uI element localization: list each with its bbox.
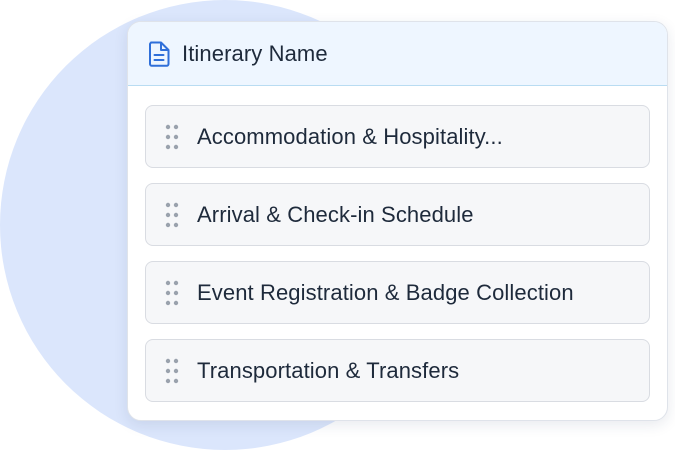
document-icon — [146, 41, 172, 67]
itinerary-card: Itinerary Name Accommodation & Hospitali… — [127, 21, 668, 421]
drag-handle-icon[interactable] — [164, 358, 180, 384]
list-item-label: Transportation & Transfers — [197, 357, 460, 383]
list-item-label: Arrival & Check-in Schedule — [197, 201, 474, 227]
list-item[interactable]: Event Registration & Badge Collection — [145, 261, 650, 324]
itinerary-list: Accommodation & Hospitality... Arrival &… — [128, 86, 667, 402]
drag-handle-icon[interactable] — [164, 202, 180, 228]
stage: Itinerary Name Accommodation & Hospitali… — [0, 0, 675, 450]
drag-handle-icon[interactable] — [164, 280, 180, 306]
drag-handle-icon[interactable] — [164, 124, 180, 150]
card-header: Itinerary Name — [128, 22, 667, 86]
list-item[interactable]: Transportation & Transfers — [145, 339, 650, 402]
list-item[interactable]: Accommodation & Hospitality... — [145, 105, 650, 168]
list-item-label: Accommodation & Hospitality... — [197, 123, 503, 149]
list-item[interactable]: Arrival & Check-in Schedule — [145, 183, 650, 246]
card-title: Itinerary Name — [182, 40, 328, 66]
list-item-label: Event Registration & Badge Collection — [197, 279, 574, 305]
